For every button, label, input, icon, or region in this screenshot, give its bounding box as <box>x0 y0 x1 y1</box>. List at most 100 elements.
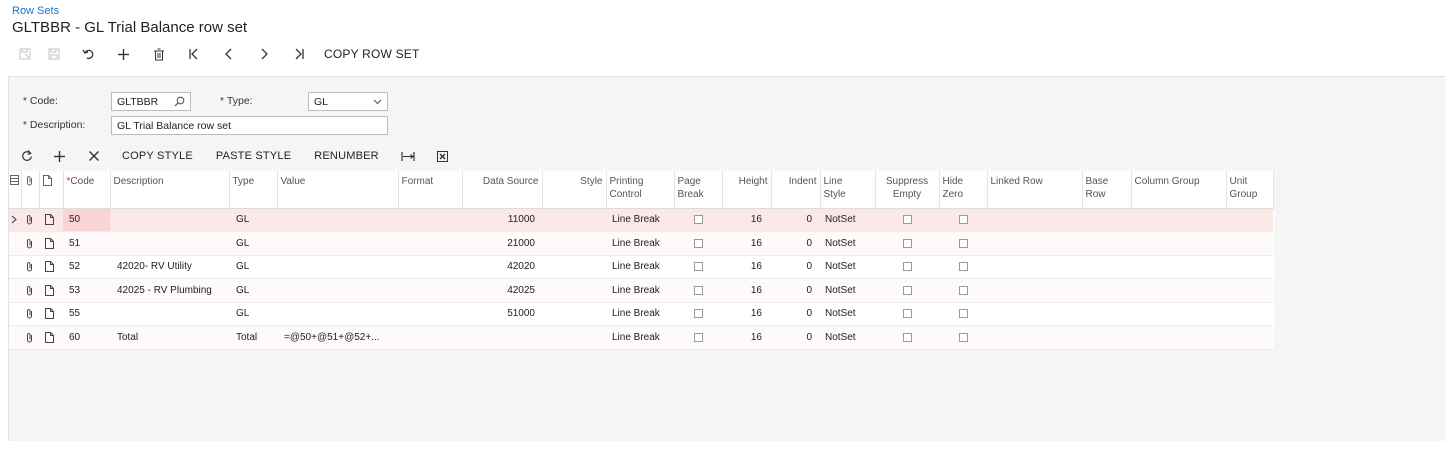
cell-format[interactable] <box>398 325 462 350</box>
page-break-checkbox[interactable] <box>674 278 722 303</box>
cell-format[interactable] <box>398 255 462 279</box>
add-icon[interactable] <box>106 43 141 65</box>
cell-data-source[interactable]: 11000 <box>462 208 542 232</box>
cell-height[interactable]: 16 <box>722 255 771 279</box>
cell-code[interactable]: 50 <box>63 208 110 232</box>
attachment-icon[interactable] <box>21 231 39 256</box>
cell-line-style[interactable]: NotSet <box>820 208 875 232</box>
cell-column-group[interactable] <box>1131 325 1226 350</box>
cell-data-source[interactable]: 21000 <box>462 231 542 256</box>
cell-base-row[interactable] <box>1082 278 1131 303</box>
cell-style[interactable] <box>542 231 606 256</box>
cell-type[interactable]: GL <box>229 255 277 279</box>
cell-column-group[interactable] <box>1131 255 1226 279</box>
cell-type[interactable]: GL <box>229 231 277 256</box>
header-description[interactable]: Description <box>110 171 230 209</box>
cell-printing-control[interactable]: Line Break <box>606 231 674 256</box>
prev-icon[interactable] <box>211 43 246 65</box>
cell-code[interactable]: 60 <box>63 325 110 350</box>
cell-base-row[interactable] <box>1082 231 1131 256</box>
hide-zero-checkbox[interactable] <box>939 325 987 350</box>
first-icon[interactable] <box>176 43 211 65</box>
cell-type[interactable]: GL <box>229 278 277 303</box>
cell-base-row[interactable] <box>1082 302 1131 326</box>
cell-code[interactable]: 55 <box>63 302 110 326</box>
cell-style[interactable] <box>542 302 606 326</box>
attachment-icon[interactable] <box>21 278 39 303</box>
column-selector-icon[interactable] <box>9 171 22 209</box>
cell-indent[interactable]: 0 <box>771 208 820 232</box>
hide-zero-checkbox[interactable] <box>939 278 987 303</box>
row-selector[interactable] <box>9 278 21 303</box>
header-height[interactable]: Height <box>722 171 772 209</box>
row-selector[interactable] <box>9 325 21 350</box>
table-row[interactable]: 52 42020- RV Utility GL 42020 Line Break 16 0 N… <box>9 255 1273 279</box>
cell-column-group[interactable] <box>1131 278 1226 303</box>
cell-format[interactable] <box>398 302 462 326</box>
cell-description[interactable] <box>110 302 229 326</box>
cell-indent[interactable]: 0 <box>771 278 820 303</box>
cell-printing-control[interactable]: Line Break <box>606 302 674 326</box>
cell-base-row[interactable] <box>1082 208 1131 232</box>
code-field[interactable]: GLTBBR <box>111 92 191 111</box>
breadcrumb[interactable]: Row Sets <box>12 5 59 17</box>
cell-type[interactable]: GL <box>229 302 277 326</box>
add-row-icon[interactable] <box>42 147 76 165</box>
last-icon[interactable] <box>281 43 316 65</box>
copy-style-button[interactable]: COPY STYLE <box>122 150 193 162</box>
cell-height[interactable]: 16 <box>722 325 771 350</box>
header-hide-zero[interactable]: Hide Zero <box>939 171 988 209</box>
table-row[interactable]: 53 42025 - RV Plumbing GL 42025 Line Break 16… <box>9 278 1273 303</box>
delete-icon[interactable] <box>141 43 176 65</box>
table-row[interactable]: 50 GL 11000 Line Break 16 0 NotSet <box>9 208 1273 232</box>
cell-line-style[interactable]: NotSet <box>820 278 875 303</box>
attachment-icon[interactable] <box>21 208 39 232</box>
note-icon[interactable] <box>39 255 63 279</box>
suppress-empty-checkbox[interactable] <box>875 255 939 279</box>
row-selector[interactable] <box>9 255 21 279</box>
cell-line-style[interactable]: NotSet <box>820 302 875 326</box>
header-data-source[interactable]: Data Source <box>462 171 543 209</box>
paste-style-button[interactable]: PASTE STYLE <box>216 150 291 162</box>
header-value[interactable]: Value <box>277 171 399 209</box>
cell-column-group[interactable] <box>1131 302 1226 326</box>
row-selector[interactable] <box>9 302 21 326</box>
attachment-icon[interactable] <box>21 302 39 326</box>
cell-format[interactable] <box>398 208 462 232</box>
cell-linked-row[interactable] <box>987 208 1082 232</box>
description-field[interactable]: GL Trial Balance row set <box>111 116 388 135</box>
cell-indent[interactable]: 0 <box>771 255 820 279</box>
cell-line-style[interactable]: NotSet <box>820 255 875 279</box>
cell-height[interactable]: 16 <box>722 231 771 256</box>
header-code[interactable]: *Code <box>63 171 111 209</box>
hide-zero-checkbox[interactable] <box>939 302 987 326</box>
header-indent[interactable]: Indent <box>771 171 821 209</box>
cell-linked-row[interactable] <box>987 302 1082 326</box>
cell-base-row[interactable] <box>1082 255 1131 279</box>
cell-value[interactable] <box>277 255 398 279</box>
table-row[interactable]: 55 GL 51000 Line Break 16 0 NotSet <box>9 302 1273 326</box>
cell-linked-row[interactable] <box>987 278 1082 303</box>
header-page-break[interactable]: Page Break <box>674 171 723 209</box>
cell-base-row[interactable] <box>1082 325 1131 350</box>
cell-style[interactable] <box>542 208 606 232</box>
next-icon[interactable] <box>246 43 281 65</box>
header-suppress-empty[interactable]: Suppress Empty <box>875 171 940 209</box>
delete-row-icon[interactable] <box>76 147 111 165</box>
header-unit-group[interactable]: Unit Group <box>1226 171 1274 209</box>
cell-linked-row[interactable] <box>987 255 1082 279</box>
cell-indent[interactable]: 0 <box>771 231 820 256</box>
attachment-icon[interactable] <box>21 325 39 350</box>
renumber-button[interactable]: RENUMBER <box>314 150 379 162</box>
cell-linked-row[interactable] <box>987 325 1082 350</box>
note-icon[interactable] <box>39 208 63 232</box>
cell-description[interactable]: 42025 - RV Plumbing <box>110 278 229 303</box>
row-selector[interactable] <box>9 231 21 256</box>
cell-line-style[interactable]: NotSet <box>820 231 875 256</box>
cell-column-group[interactable] <box>1131 231 1226 256</box>
cell-description[interactable]: Total <box>110 325 229 350</box>
cell-format[interactable] <box>398 231 462 256</box>
cell-data-source[interactable]: 42025 <box>462 278 542 303</box>
cell-description[interactable] <box>110 208 229 232</box>
cell-description[interactable]: 42020- RV Utility <box>110 255 229 279</box>
